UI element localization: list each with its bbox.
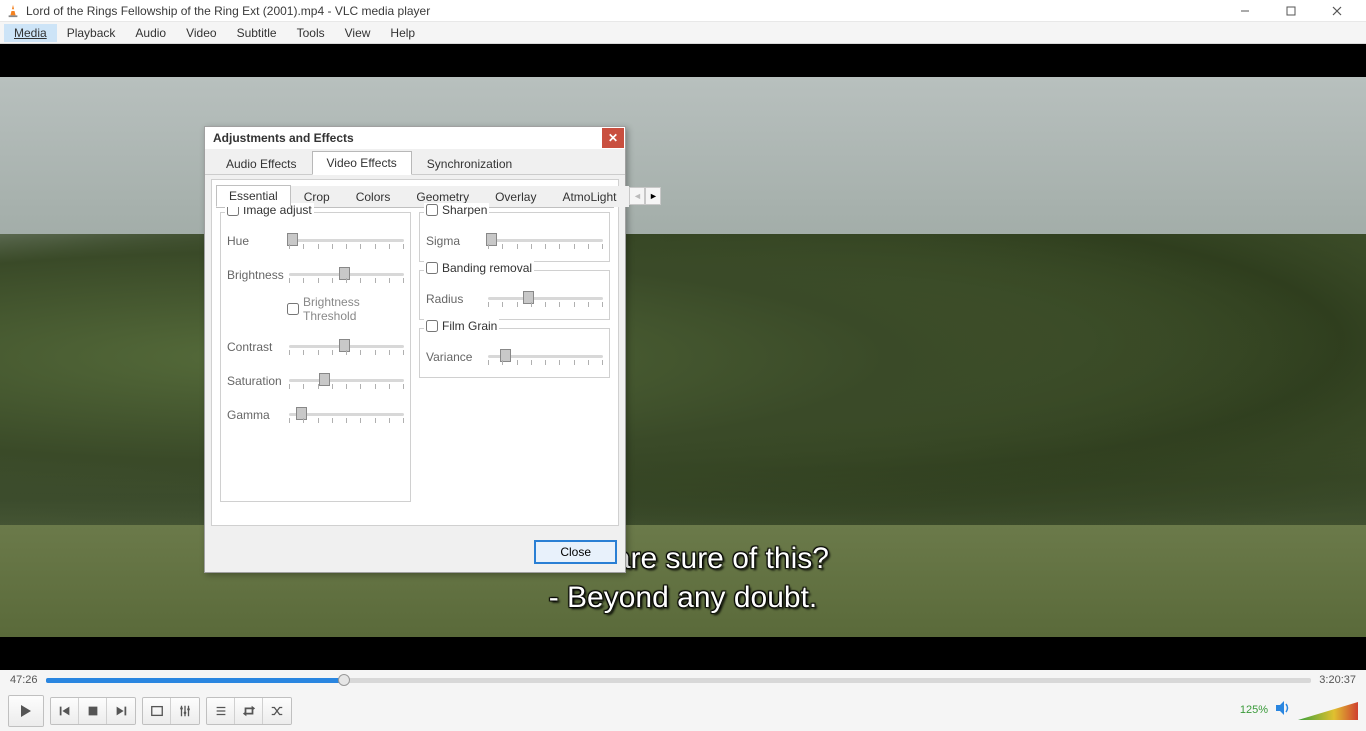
banding-removal-checkbox[interactable]: Banding removal xyxy=(424,261,534,275)
minimize-button[interactable] xyxy=(1222,0,1268,22)
seek-row: 47:26 3:20:37 xyxy=(0,670,1366,690)
slider-sigma-row: Sigma xyxy=(426,231,603,251)
slider-saturation-slider[interactable] xyxy=(289,371,404,391)
window-title: Lord of the Rings Fellowship of the Ring… xyxy=(26,4,1222,18)
slider-contrast-slider[interactable] xyxy=(289,337,404,357)
brightness-threshold-checkbox[interactable]: Brightness Threshold xyxy=(287,295,404,323)
menu-tools[interactable]: Tools xyxy=(287,24,335,42)
slider-saturation-label: Saturation xyxy=(227,374,283,388)
subtab-overlay[interactable]: Overlay xyxy=(482,186,549,207)
prev-button[interactable] xyxy=(51,698,79,724)
dialog-close-button[interactable]: ✕ xyxy=(602,128,624,148)
banding-removal-group: Banding removal Radius xyxy=(419,270,610,320)
slider-radius-slider[interactable] xyxy=(488,289,603,309)
video-area[interactable]: - You are sure of this? - Beyond any dou… xyxy=(0,44,1366,670)
menubar: Media Playback Audio Video Subtitle Tool… xyxy=(0,22,1366,44)
extended-settings-button[interactable] xyxy=(171,698,199,724)
window-controls xyxy=(1222,0,1360,22)
slider-variance-slider[interactable] xyxy=(488,347,603,367)
slider-radius-row: Radius xyxy=(426,289,603,309)
slider-contrast-row: Contrast xyxy=(227,337,404,357)
menu-media[interactable]: Media xyxy=(4,24,57,42)
slider-gamma-row: Gamma xyxy=(227,405,404,425)
slider-brightness-row: Brightness xyxy=(227,265,404,285)
subtab-colors[interactable]: Colors xyxy=(343,186,404,207)
time-total[interactable]: 3:20:37 xyxy=(1319,674,1356,686)
menu-help[interactable]: Help xyxy=(380,24,425,42)
volume-percent: 125% xyxy=(1240,704,1268,716)
subtab-bar: Essential Crop Colors Geometry Overlay A… xyxy=(216,184,614,208)
slider-contrast-label: Contrast xyxy=(227,340,283,354)
vlc-icon xyxy=(6,4,20,18)
slider-saturation-row: Saturation xyxy=(227,371,404,391)
tab-synchronization[interactable]: Synchronization xyxy=(412,152,527,175)
close-window-button[interactable] xyxy=(1314,0,1360,22)
slider-gamma-slider[interactable] xyxy=(289,405,404,425)
video-effects-panel: Essential Crop Colors Geometry Overlay A… xyxy=(211,179,619,526)
slider-brightness-label: Brightness xyxy=(227,268,283,282)
playlist-button[interactable] xyxy=(207,698,235,724)
slider-radius-label: Radius xyxy=(426,292,482,306)
subtab-essential[interactable]: Essential xyxy=(216,185,291,207)
play-button[interactable] xyxy=(9,696,43,726)
film-grain-group: Film Grain Variance xyxy=(419,328,610,378)
stop-button[interactable] xyxy=(79,698,107,724)
tab-audio-effects[interactable]: Audio Effects xyxy=(211,152,312,175)
slider-hue-row: Hue xyxy=(227,231,404,251)
titlebar: Lord of the Rings Fellowship of the Ring… xyxy=(0,0,1366,22)
menu-audio[interactable]: Audio xyxy=(125,24,176,42)
sharpen-checkbox[interactable]: Sharpen xyxy=(424,203,489,217)
fullscreen-button[interactable] xyxy=(143,698,171,724)
slider-hue-label: Hue xyxy=(227,234,283,248)
loop-button[interactable] xyxy=(235,698,263,724)
slider-brightness-slider[interactable] xyxy=(289,265,404,285)
menu-view[interactable]: View xyxy=(335,24,381,42)
sharpen-group: Sharpen Sigma xyxy=(419,212,610,262)
adjustments-effects-dialog: Adjustments and Effects ✕ Audio Effects … xyxy=(204,126,626,573)
time-elapsed[interactable]: 47:26 xyxy=(10,674,38,686)
dialog-tabbar: Audio Effects Video Effects Synchronizat… xyxy=(205,149,625,175)
next-button[interactable] xyxy=(107,698,135,724)
volume-slider[interactable] xyxy=(1298,700,1358,722)
subtab-scroll-left[interactable]: ◄ xyxy=(629,187,645,205)
image-adjust-group: Image adjust Hue Brightness Brightness T… xyxy=(220,212,411,502)
speaker-icon[interactable] xyxy=(1274,699,1292,722)
menu-playback[interactable]: Playback xyxy=(57,24,126,42)
menu-subtitle[interactable]: Subtitle xyxy=(227,24,287,42)
essential-panel: Image adjust Hue Brightness Brightness T… xyxy=(216,207,614,514)
shuffle-button[interactable] xyxy=(263,698,291,724)
close-button[interactable]: Close xyxy=(534,540,617,564)
slider-gamma-label: Gamma xyxy=(227,408,283,422)
maximize-button[interactable] xyxy=(1268,0,1314,22)
playback-controls: 125% xyxy=(0,690,1366,731)
volume-area: 125% xyxy=(1240,699,1358,722)
slider-hue-slider[interactable] xyxy=(289,231,404,251)
menu-video[interactable]: Video xyxy=(176,24,226,42)
slider-sigma-slider[interactable] xyxy=(488,231,603,251)
dialog-title-text: Adjustments and Effects xyxy=(213,131,354,145)
dialog-titlebar[interactable]: Adjustments and Effects ✕ xyxy=(205,127,625,149)
slider-sigma-label: Sigma xyxy=(426,234,482,248)
subtab-atmolight[interactable]: AtmoLight xyxy=(549,186,629,207)
tab-video-effects[interactable]: Video Effects xyxy=(312,151,412,175)
subtab-scroll-right[interactable]: ► xyxy=(645,187,661,205)
slider-variance-label: Variance xyxy=(426,350,482,364)
film-grain-checkbox[interactable]: Film Grain xyxy=(424,319,499,333)
slider-variance-row: Variance xyxy=(426,347,603,367)
seekbar[interactable] xyxy=(46,675,1312,685)
